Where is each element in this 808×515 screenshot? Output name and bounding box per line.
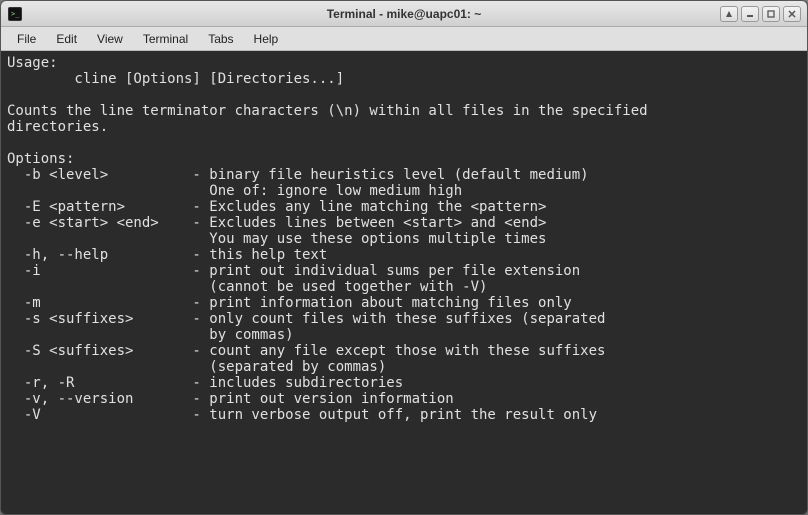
close-button[interactable]	[783, 6, 801, 22]
window-controls	[720, 6, 801, 22]
terminal-app-icon: >_	[7, 6, 23, 22]
window-title: Terminal - mike@uapc01: ~	[1, 7, 807, 21]
menu-terminal[interactable]: Terminal	[133, 29, 198, 49]
menu-view[interactable]: View	[87, 29, 133, 49]
minimize-button[interactable]	[741, 6, 759, 22]
menu-edit[interactable]: Edit	[46, 29, 87, 49]
titlebar[interactable]: >_ Terminal - mike@uapc01: ~	[1, 1, 807, 27]
terminal-output[interactable]: Usage: cline [Options] [Directories...] …	[1, 51, 807, 514]
menu-file[interactable]: File	[7, 29, 46, 49]
menubar: File Edit View Terminal Tabs Help	[1, 27, 807, 51]
maximize-button[interactable]	[762, 6, 780, 22]
menu-tabs[interactable]: Tabs	[198, 29, 243, 49]
terminal-window: >_ Terminal - mike@uapc01: ~ File Ed	[0, 0, 808, 515]
keep-on-top-button[interactable]	[720, 6, 738, 22]
menu-help[interactable]: Help	[244, 29, 289, 49]
svg-text:>_: >_	[11, 10, 20, 18]
